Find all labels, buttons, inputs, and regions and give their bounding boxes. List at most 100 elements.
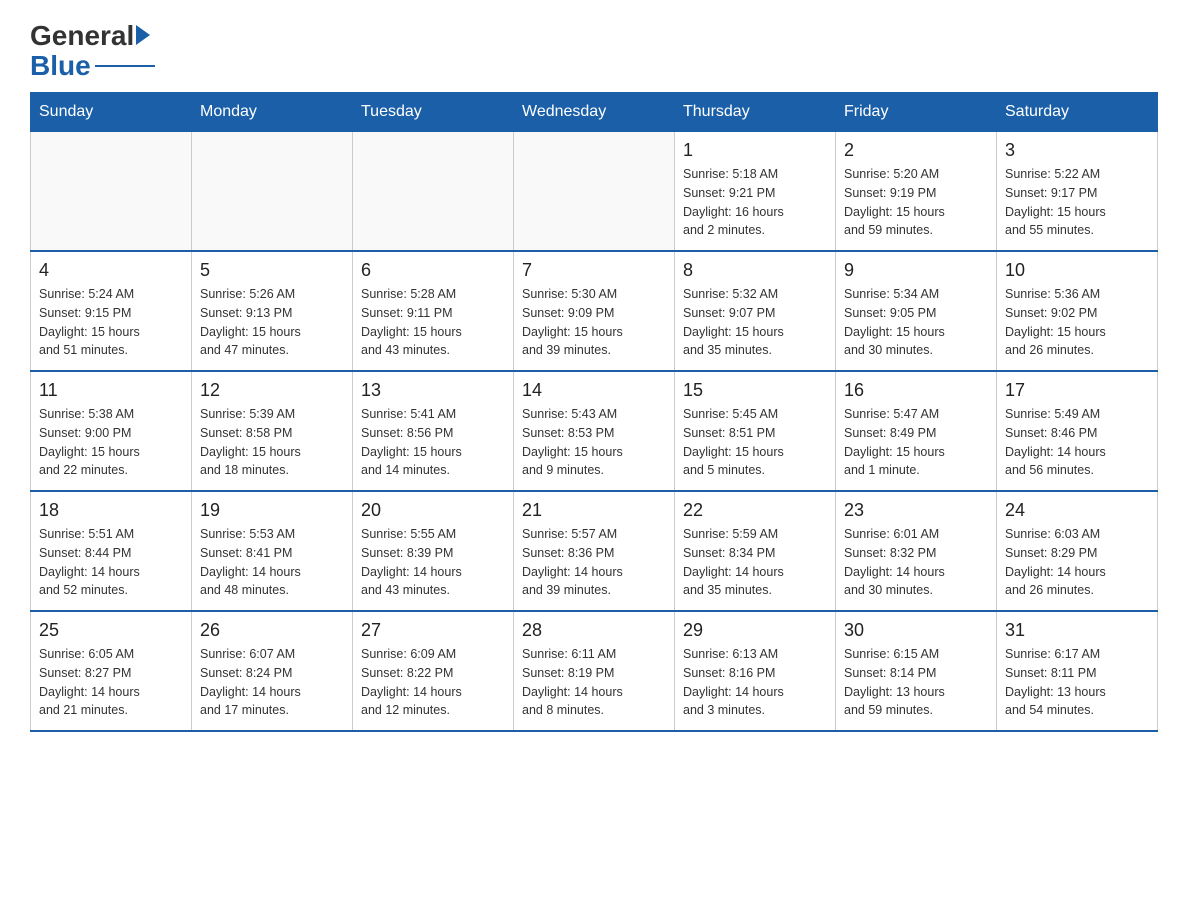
calendar-cell: 11 Sunrise: 5:38 AM Sunset: 9:00 PM Dayli… xyxy=(31,371,192,491)
day-number: 25 xyxy=(39,620,183,641)
day-info: Sunrise: 6:03 AM Sunset: 8:29 PM Dayligh… xyxy=(1005,525,1149,600)
day-number: 15 xyxy=(683,380,827,401)
day-number: 21 xyxy=(522,500,666,521)
day-info: Sunrise: 5:32 AM Sunset: 9:07 PM Dayligh… xyxy=(683,285,827,360)
logo: General Blue xyxy=(30,20,155,82)
week-row-2: 4 Sunrise: 5:24 AM Sunset: 9:15 PM Daylig… xyxy=(31,251,1158,371)
day-number: 10 xyxy=(1005,260,1149,281)
calendar-cell: 16Sunrise: 5:47 AM Sunset: 8:49 PM Dayli… xyxy=(836,371,997,491)
calendar-cell: 8 Sunrise: 5:32 AM Sunset: 9:07 PM Daylig… xyxy=(675,251,836,371)
logo-blue-row: Blue xyxy=(30,50,155,82)
weekday-header-thursday: Thursday xyxy=(675,93,836,132)
day-info: Sunrise: 5:18 AM Sunset: 9:21 PM Dayligh… xyxy=(683,165,827,240)
day-info: Sunrise: 6:15 AM Sunset: 8:14 PM Dayligh… xyxy=(844,645,988,720)
calendar-cell: 4 Sunrise: 5:24 AM Sunset: 9:15 PM Daylig… xyxy=(31,251,192,371)
day-info: Sunrise: 5:24 AM Sunset: 9:15 PM Dayligh… xyxy=(39,285,183,360)
week-row-5: 25 Sunrise: 6:05 AM Sunset: 8:27 PM Dayli… xyxy=(31,611,1158,731)
calendar-cell xyxy=(31,132,192,252)
day-info: Sunrise: 5:51 AM Sunset: 8:44 PM Dayligh… xyxy=(39,525,183,600)
calendar-cell: 20Sunrise: 5:55 AM Sunset: 8:39 PM Dayli… xyxy=(353,491,514,611)
day-number: 9 xyxy=(844,260,988,281)
week-row-4: 18Sunrise: 5:51 AM Sunset: 8:44 PM Dayli… xyxy=(31,491,1158,611)
day-number: 24 xyxy=(1005,500,1149,521)
day-number: 13 xyxy=(361,380,505,401)
calendar-cell: 14 Sunrise: 5:43 AM Sunset: 8:53 PM Dayli… xyxy=(514,371,675,491)
day-info: Sunrise: 6:05 AM Sunset: 8:27 PM Dayligh… xyxy=(39,645,183,720)
logo-blue: Blue xyxy=(30,50,91,82)
calendar-cell: 12Sunrise: 5:39 AM Sunset: 8:58 PM Dayli… xyxy=(192,371,353,491)
weekday-header-tuesday: Tuesday xyxy=(353,93,514,132)
calendar-cell: 19 Sunrise: 5:53 AM Sunset: 8:41 PM Dayli… xyxy=(192,491,353,611)
weekday-header-wednesday: Wednesday xyxy=(514,93,675,132)
calendar-cell: 3 Sunrise: 5:22 AM Sunset: 9:17 PM Daylig… xyxy=(997,132,1158,252)
calendar-table: SundayMondayTuesdayWednesdayThursdayFrid… xyxy=(30,92,1158,732)
calendar-cell: 10 Sunrise: 5:36 AM Sunset: 9:02 PM Dayli… xyxy=(997,251,1158,371)
logo-general: General xyxy=(30,20,134,52)
day-info: Sunrise: 5:26 AM Sunset: 9:13 PM Dayligh… xyxy=(200,285,344,360)
calendar-cell: 25 Sunrise: 6:05 AM Sunset: 8:27 PM Dayli… xyxy=(31,611,192,731)
day-number: 7 xyxy=(522,260,666,281)
day-number: 14 xyxy=(522,380,666,401)
calendar-cell xyxy=(353,132,514,252)
day-number: 12 xyxy=(200,380,344,401)
day-number: 31 xyxy=(1005,620,1149,641)
calendar-cell: 2Sunrise: 5:20 AM Sunset: 9:19 PM Daylig… xyxy=(836,132,997,252)
calendar-cell: 23Sunrise: 6:01 AM Sunset: 8:32 PM Dayli… xyxy=(836,491,997,611)
calendar-cell: 21Sunrise: 5:57 AM Sunset: 8:36 PM Dayli… xyxy=(514,491,675,611)
calendar-cell: 31Sunrise: 6:17 AM Sunset: 8:11 PM Dayli… xyxy=(997,611,1158,731)
calendar-cell: 1 Sunrise: 5:18 AM Sunset: 9:21 PM Daylig… xyxy=(675,132,836,252)
day-info: Sunrise: 5:30 AM Sunset: 9:09 PM Dayligh… xyxy=(522,285,666,360)
weekday-header-sunday: Sunday xyxy=(31,93,192,132)
calendar-cell: 17 Sunrise: 5:49 AM Sunset: 8:46 PM Dayli… xyxy=(997,371,1158,491)
day-number: 1 xyxy=(683,140,827,161)
day-info: Sunrise: 6:13 AM Sunset: 8:16 PM Dayligh… xyxy=(683,645,827,720)
day-number: 11 xyxy=(39,380,183,401)
calendar-cell: 28Sunrise: 6:11 AM Sunset: 8:19 PM Dayli… xyxy=(514,611,675,731)
day-info: Sunrise: 5:41 AM Sunset: 8:56 PM Dayligh… xyxy=(361,405,505,480)
day-number: 2 xyxy=(844,140,988,161)
day-info: Sunrise: 5:49 AM Sunset: 8:46 PM Dayligh… xyxy=(1005,405,1149,480)
day-number: 17 xyxy=(1005,380,1149,401)
calendar-cell: 9Sunrise: 5:34 AM Sunset: 9:05 PM Daylig… xyxy=(836,251,997,371)
calendar-cell: 27Sunrise: 6:09 AM Sunset: 8:22 PM Dayli… xyxy=(353,611,514,731)
day-number: 22 xyxy=(683,500,827,521)
calendar-cell: 30 Sunrise: 6:15 AM Sunset: 8:14 PM Dayli… xyxy=(836,611,997,731)
logo-arrow-icon xyxy=(136,25,150,45)
day-info: Sunrise: 6:09 AM Sunset: 8:22 PM Dayligh… xyxy=(361,645,505,720)
day-info: Sunrise: 5:53 AM Sunset: 8:41 PM Dayligh… xyxy=(200,525,344,600)
page-header: General Blue xyxy=(30,20,1158,82)
day-number: 30 xyxy=(844,620,988,641)
calendar-cell: 7 Sunrise: 5:30 AM Sunset: 9:09 PM Daylig… xyxy=(514,251,675,371)
day-info: Sunrise: 5:22 AM Sunset: 9:17 PM Dayligh… xyxy=(1005,165,1149,240)
weekday-header-monday: Monday xyxy=(192,93,353,132)
calendar-cell: 18Sunrise: 5:51 AM Sunset: 8:44 PM Dayli… xyxy=(31,491,192,611)
day-info: Sunrise: 5:28 AM Sunset: 9:11 PM Dayligh… xyxy=(361,285,505,360)
day-info: Sunrise: 6:11 AM Sunset: 8:19 PM Dayligh… xyxy=(522,645,666,720)
calendar-cell xyxy=(192,132,353,252)
logo-line xyxy=(95,65,155,67)
day-info: Sunrise: 5:38 AM Sunset: 9:00 PM Dayligh… xyxy=(39,405,183,480)
day-info: Sunrise: 6:01 AM Sunset: 8:32 PM Dayligh… xyxy=(844,525,988,600)
day-number: 19 xyxy=(200,500,344,521)
calendar-cell: 22 Sunrise: 5:59 AM Sunset: 8:34 PM Dayli… xyxy=(675,491,836,611)
day-number: 29 xyxy=(683,620,827,641)
day-info: Sunrise: 5:59 AM Sunset: 8:34 PM Dayligh… xyxy=(683,525,827,600)
day-number: 5 xyxy=(200,260,344,281)
day-number: 4 xyxy=(39,260,183,281)
day-info: Sunrise: 5:36 AM Sunset: 9:02 PM Dayligh… xyxy=(1005,285,1149,360)
day-info: Sunrise: 5:43 AM Sunset: 8:53 PM Dayligh… xyxy=(522,405,666,480)
day-number: 6 xyxy=(361,260,505,281)
calendar-cell: 15Sunrise: 5:45 AM Sunset: 8:51 PM Dayli… xyxy=(675,371,836,491)
weekday-header-saturday: Saturday xyxy=(997,93,1158,132)
week-row-3: 11 Sunrise: 5:38 AM Sunset: 9:00 PM Dayli… xyxy=(31,371,1158,491)
calendar-cell: 6 Sunrise: 5:28 AM Sunset: 9:11 PM Daylig… xyxy=(353,251,514,371)
day-number: 8 xyxy=(683,260,827,281)
weekday-header-row: SundayMondayTuesdayWednesdayThursdayFrid… xyxy=(31,93,1158,132)
calendar-cell: 13 Sunrise: 5:41 AM Sunset: 8:56 PM Dayli… xyxy=(353,371,514,491)
day-number: 3 xyxy=(1005,140,1149,161)
calendar-cell: 24 Sunrise: 6:03 AM Sunset: 8:29 PM Dayli… xyxy=(997,491,1158,611)
day-number: 20 xyxy=(361,500,505,521)
day-info: Sunrise: 5:47 AM Sunset: 8:49 PM Dayligh… xyxy=(844,405,988,480)
weekday-header-friday: Friday xyxy=(836,93,997,132)
logo-wordmark: General xyxy=(30,20,150,52)
